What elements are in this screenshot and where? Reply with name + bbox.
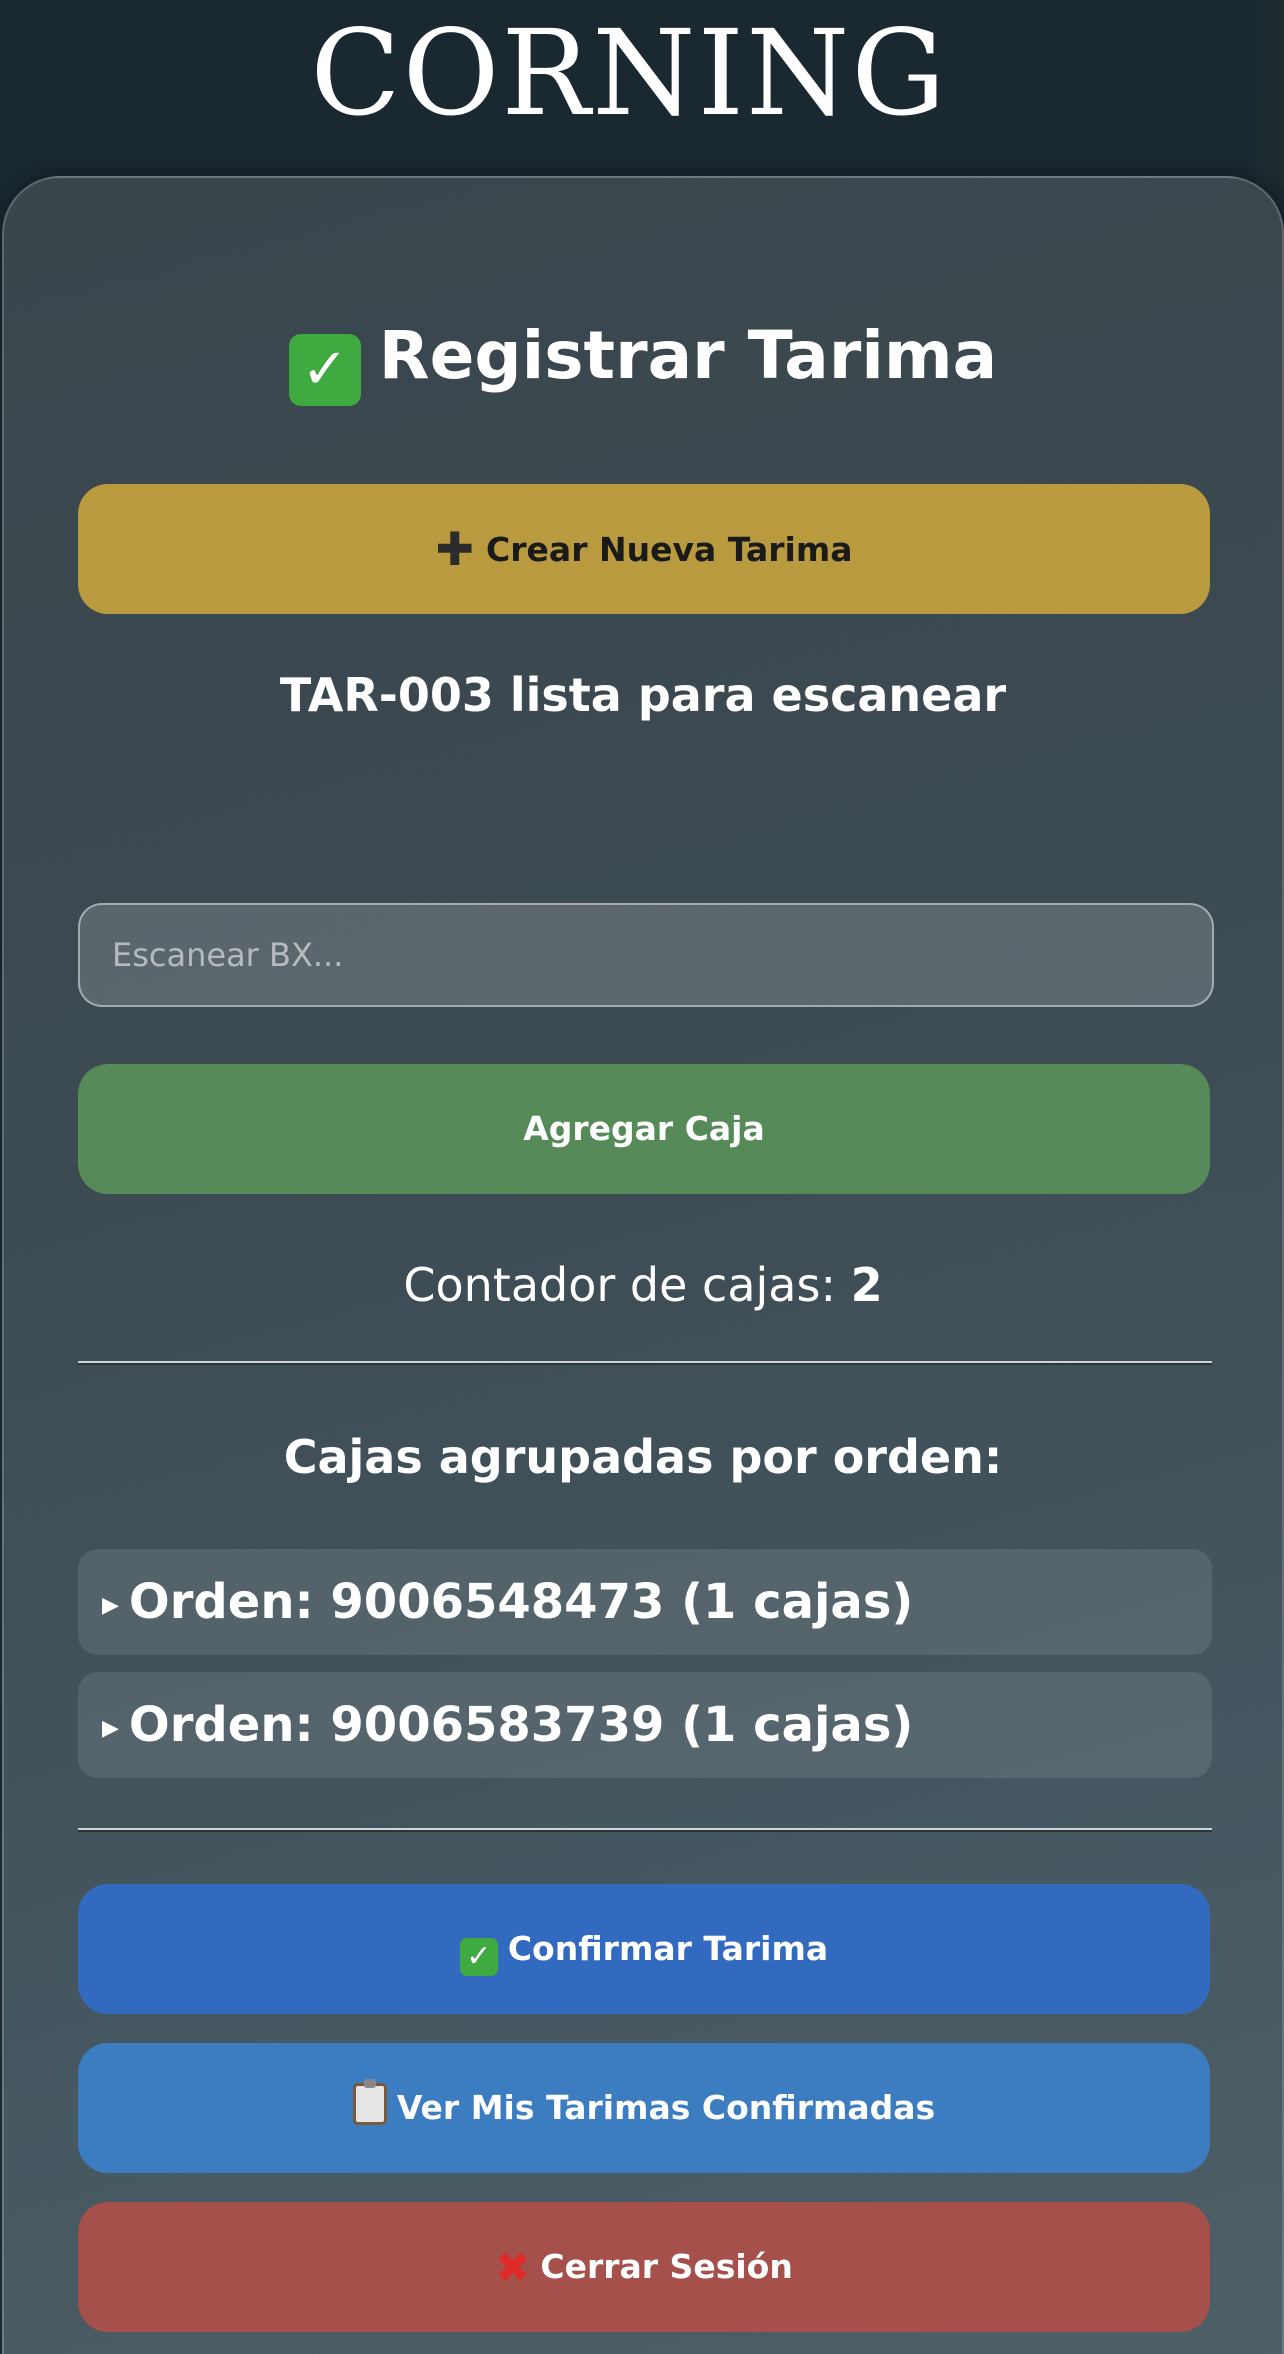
divider (78, 1828, 1212, 1832)
scrollbar-track[interactable] (1256, 0, 1284, 190)
add-box-button[interactable]: Agregar Caja (78, 1064, 1210, 1194)
box-counter: Contador de cajas: 2 (4, 1258, 1282, 1312)
order-group-label: Orden: 9006548473 (1 cajas) (128, 1574, 914, 1630)
create-pallet-button[interactable]: ✚ Crear Nueva Tarima (78, 484, 1210, 614)
register-card: ✓ Registrar Tarima ✚ Crear Nueva Tarima TA… (2, 176, 1284, 2354)
disclosure-triangle-icon: ▶ (102, 1593, 119, 1618)
disclosure-triangle-icon: ▶ (102, 1716, 119, 1741)
plus-icon: ✚ (435, 522, 475, 576)
box-counter-label: Contador de cajas: (403, 1258, 851, 1312)
cross-mark-icon: ✖ (495, 2243, 531, 2292)
scan-box-input[interactable] (78, 903, 1214, 1007)
order-group-label: Orden: 9006583739 (1 cajas) (128, 1697, 914, 1753)
pallet-status-text: TAR-003 lista para escanear (279, 668, 1007, 722)
grouped-boxes-heading: Cajas agrupadas por orden: (283, 1430, 1003, 1484)
page-title: ✓ Registrar Tarima (4, 311, 1282, 406)
confirm-pallet-label: Confirmar Tarima (507, 1929, 829, 1968)
logout-button[interactable]: ✖ Cerrar Sesión (78, 2202, 1210, 2332)
view-confirmed-pallets-label: Ver Mis Tarimas Confirmadas (396, 2088, 936, 2127)
clipboard-icon (352, 2079, 387, 2125)
box-counter-value: 2 (850, 1258, 883, 1312)
order-group-summary[interactable]: ▶ Orden: 9006583739 (1 cajas) (78, 1672, 1212, 1778)
confirm-pallet-button[interactable]: ✓ Confirmar Tarima (78, 1884, 1210, 2014)
view-confirmed-pallets-button[interactable]: Ver Mis Tarimas Confirmadas (78, 2043, 1210, 2173)
check-mark-icon: ✓ (459, 1938, 498, 1976)
corning-logo: CORNING (310, 4, 948, 142)
order-group-summary[interactable]: ▶ Orden: 9006548473 (1 cajas) (78, 1549, 1212, 1655)
divider (78, 1361, 1212, 1365)
check-mark-icon: ✓ (288, 334, 361, 406)
logout-label: Cerrar Sesión (540, 2247, 793, 2286)
create-pallet-label: Crear Nueva Tarima (486, 530, 853, 569)
page-title-text: Registrar Tarima (378, 317, 998, 394)
